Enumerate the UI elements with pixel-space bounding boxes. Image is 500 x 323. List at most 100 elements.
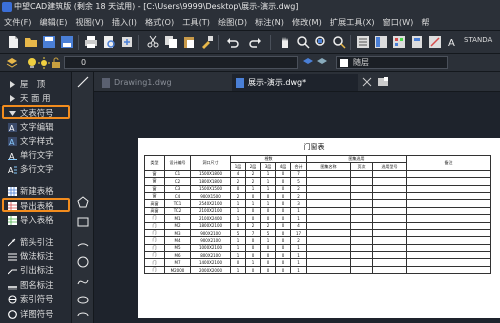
layer-on-bulb-icon[interactable] [26, 57, 38, 69]
table-cell [406, 236, 491, 245]
sidebar-item-single-line-text[interactable]: A 单行文字 [0, 149, 72, 161]
undo-icon[interactable] [226, 35, 240, 49]
table-cell: 1400X2100 [190, 258, 231, 267]
table-cell: 2 [260, 221, 276, 230]
sidebar-item-new-table[interactable]: 新建表格 [0, 185, 72, 197]
table-cell [406, 177, 491, 186]
color-dropdown[interactable]: 随层 [336, 56, 448, 69]
table-cell: 2100X2100 [190, 206, 231, 216]
sidebar-item-index-symbol[interactable]: 索引符号 [0, 293, 72, 305]
standard-toolbar: A STANDA [0, 31, 500, 54]
table-cell [350, 265, 373, 275]
save-icon[interactable] [42, 35, 56, 49]
table-cell: 1 [260, 169, 276, 179]
zoom-window-icon[interactable] [314, 35, 328, 49]
make-current-layer-icon[interactable] [302, 57, 314, 69]
sidebar-item-detail-symbol[interactable]: 详图符号 [0, 308, 72, 320]
layer-dropdown[interactable]: 0 [64, 56, 298, 69]
paste-icon[interactable] [182, 35, 196, 49]
table-cell: M7 [164, 258, 191, 267]
print-preview-icon[interactable] [102, 35, 116, 49]
table-cell: 2 [230, 191, 246, 201]
pan-hand-icon[interactable] [278, 35, 292, 49]
new-file-icon[interactable] [6, 35, 20, 49]
sidebar-item-multi-line-text[interactable]: A 多行文字 [0, 163, 72, 175]
layer-freeze-sun-icon[interactable] [38, 57, 50, 69]
table-cell: 1 [290, 251, 307, 260]
table-body: 窗 C1 1500X1800 4 2 1 0 7 窗 C2 1800X1800 2 2 1 0 5 窗 C3 150… [144, 169, 491, 275]
text-style-toolbar-icon[interactable]: A [446, 35, 460, 49]
table-cell [372, 169, 407, 179]
highlight-text-table-symbols [2, 105, 70, 119]
polygon-tool-icon[interactable] [77, 196, 89, 208]
copy-icon[interactable] [164, 35, 178, 49]
sidebar-item-title-note[interactable]: 图名标注 [0, 279, 72, 291]
sidebar-item-import-table[interactable]: 导入表格 [0, 214, 72, 226]
menu-help[interactable]: 帮 [417, 16, 433, 28]
properties-icon[interactable] [356, 35, 370, 49]
menu-extension[interactable]: 扩展工具(X) [326, 16, 379, 28]
publish-icon[interactable] [120, 35, 134, 49]
sidebar-item-roof[interactable]: 屋 顶 [0, 78, 72, 90]
save-as-icon[interactable] [60, 35, 74, 49]
zoom-realtime-icon[interactable] [296, 35, 310, 49]
rectangle-tool-icon[interactable] [77, 216, 89, 228]
sidebar-item-method-note[interactable]: 做法标注 [0, 250, 72, 262]
ellipse-arc-tool-icon[interactable] [77, 310, 89, 322]
menu-dimension[interactable]: 标注(N) [251, 16, 288, 28]
tab-active-document[interactable]: 展示-演示.dwg* [232, 74, 358, 91]
menu-insert[interactable]: 插入(I) [108, 16, 141, 28]
new-tab-icon[interactable] [378, 77, 388, 87]
text-style-combo[interactable]: STANDA [464, 36, 492, 44]
schedule-grid: 类型 设计编号 洞口尺寸 樘数 图集选用 备注 1层 2层 3层 4层 合计 图… [144, 154, 491, 275]
table-cell: 1800X1800 [190, 177, 231, 186]
door-window-schedule-table[interactable]: 门窗表 类型 设计编号 洞口尺寸 樘数 图集选用 备注 1层 2层 3层 4层 … [138, 138, 500, 318]
table-cell: 0 [275, 191, 291, 201]
previous-layer-icon[interactable] [316, 57, 328, 69]
ellipse-tool-icon[interactable] [77, 294, 89, 306]
menu-edit[interactable]: 编辑(E) [35, 16, 71, 28]
menu-draw[interactable]: 绘图(D) [214, 16, 251, 28]
match-properties-icon[interactable] [200, 35, 214, 49]
circle-tool-icon[interactable] [77, 256, 89, 268]
layer-lock-icon[interactable] [50, 57, 62, 69]
tab-close-icon[interactable] [362, 77, 372, 87]
table-row: 门 M7 1400X2100 0 1 0 0 1 [144, 258, 491, 267]
menu-format[interactable]: 格式(O) [141, 16, 178, 28]
menu-view[interactable]: 视图(V) [71, 16, 107, 28]
table-cell: 1 [230, 236, 246, 245]
menu-file[interactable]: 文件(F) [0, 16, 35, 28]
redo-icon[interactable] [248, 35, 262, 49]
sidebar-item-leader-note[interactable]: 引出标注 [0, 264, 72, 276]
table-cell: M1 [164, 214, 191, 223]
sidebar-item-label: 图名标注 [20, 280, 54, 290]
table-cell: 1 [290, 206, 307, 216]
menu-modify[interactable]: 修改(M) [288, 16, 326, 28]
calculator-icon[interactable] [410, 35, 424, 49]
table-cell: 4 [290, 221, 307, 230]
header-atlas: 图集选用 [306, 154, 407, 164]
sidebar-item-text-edit[interactable]: A 文字编辑 [0, 121, 72, 133]
sidebar-item-surface[interactable]: 天 面 用 [0, 92, 72, 104]
layer-manager-icon[interactable] [6, 57, 18, 69]
table-cell [350, 199, 373, 208]
sidebar-item-text-style[interactable]: A 文字样式 [0, 135, 72, 147]
table-cell: 5 [290, 177, 307, 186]
menu-tools[interactable]: 工具(T) [178, 16, 214, 28]
arc-tool-icon[interactable] [77, 236, 89, 248]
zoom-previous-icon[interactable] [332, 35, 346, 49]
menu-window[interactable]: 窗口(W) [379, 16, 418, 28]
design-center-icon[interactable] [374, 35, 388, 49]
spline-tool-icon[interactable] [77, 276, 89, 288]
layer-value: 0 [81, 58, 87, 67]
cut-icon[interactable] [146, 35, 160, 49]
table-row: 门 M3 900X2100 5 7 5 0 17 [144, 228, 491, 238]
line-tool-icon[interactable] [77, 76, 89, 88]
table-cell: 1000X2100 [190, 243, 231, 253]
block-editor-icon[interactable] [428, 35, 442, 49]
sidebar-item-arrow-note[interactable]: 箭头引注 [0, 236, 72, 248]
tab-drawing1[interactable]: Drawing1.dwg [98, 74, 208, 91]
open-folder-icon[interactable] [24, 35, 38, 49]
print-icon[interactable] [84, 35, 98, 49]
tool-palette-icon[interactable] [392, 35, 406, 49]
